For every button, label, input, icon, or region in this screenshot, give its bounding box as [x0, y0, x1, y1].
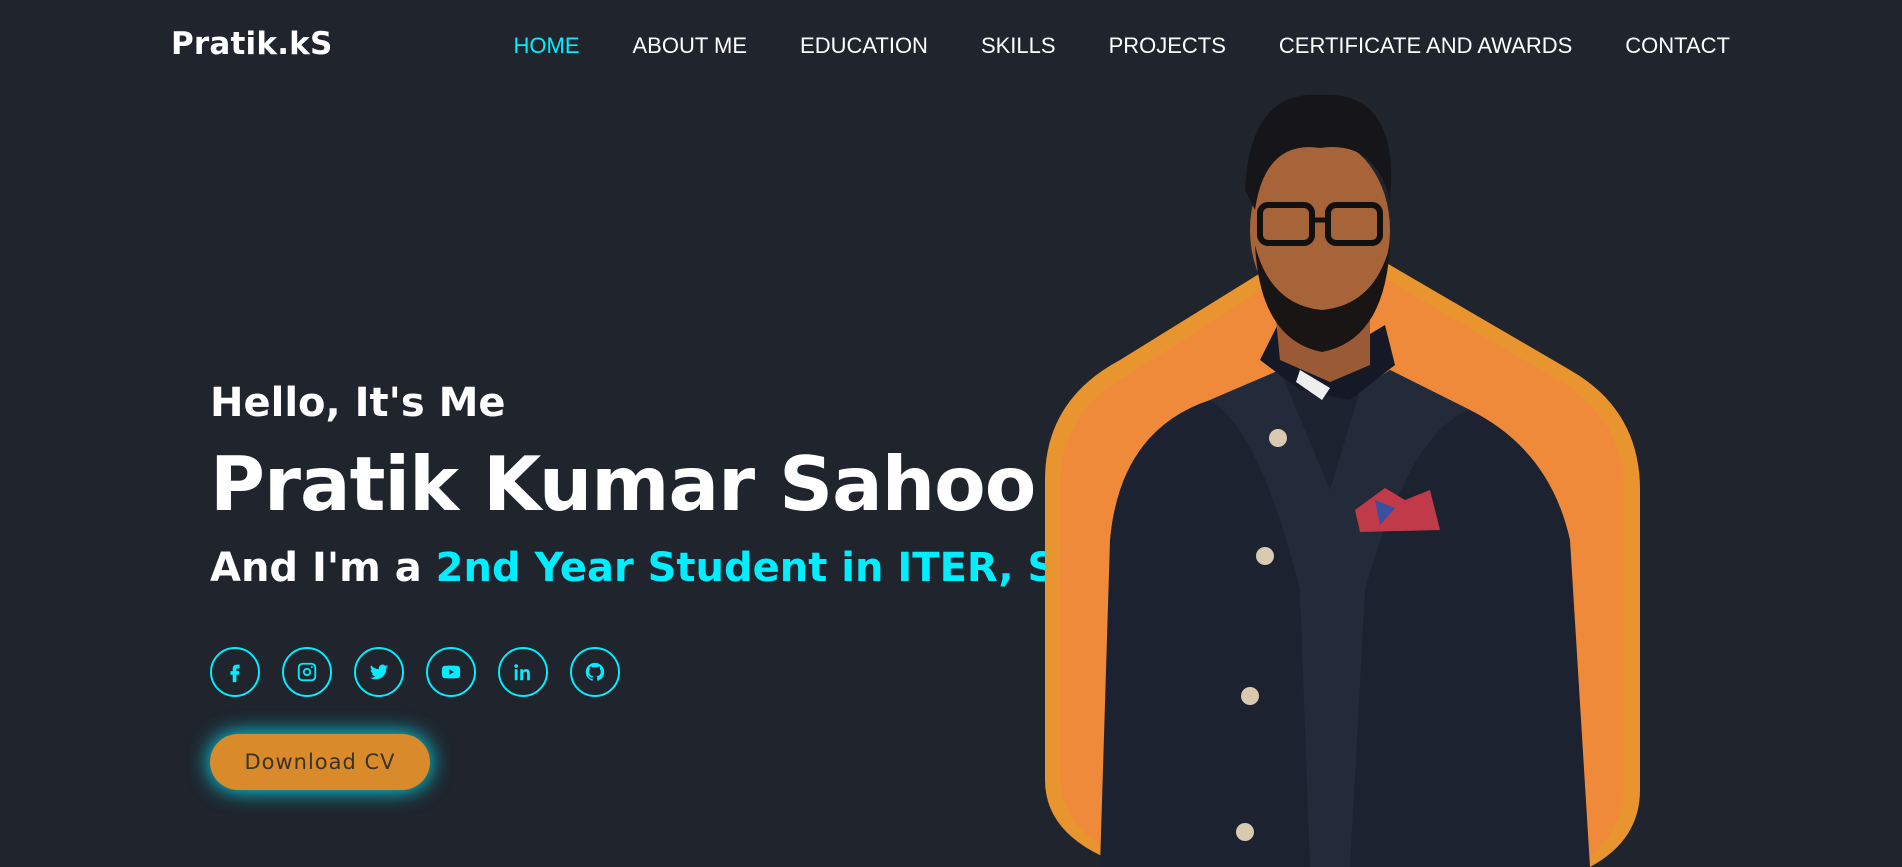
linkedin-icon [514, 664, 530, 681]
nav-certificate-and-awards[interactable]: CERTIFICATE AND AWARDS [1279, 33, 1572, 59]
role-prefix: And I'm a [210, 545, 422, 591]
youtube-icon [441, 665, 461, 679]
main-nav: HOME ABOUT ME EDUCATION SKILLS PROJECTS … [461, 33, 1731, 59]
nav-home[interactable]: HOME [514, 33, 580, 59]
social-links [210, 647, 642, 697]
twitter-icon [369, 664, 389, 680]
github-icon [585, 662, 605, 681]
hero-name: Pratik Kumar Sahoo [210, 440, 1036, 528]
role-typed: 2nd Year Student in ITER, SOA [435, 545, 1121, 591]
nav-skills[interactable]: SKILLS [981, 33, 1056, 59]
linkedin-link[interactable] [498, 647, 548, 697]
greeting: Hello, It's Me [210, 380, 506, 426]
instagram-icon [297, 662, 317, 682]
portrait-image [1045, 94, 1640, 867]
hero-text: Hello, It's Me Pratik Kumar Sahoo And I'… [210, 378, 1128, 594]
github-link[interactable] [570, 647, 620, 697]
twitter-link[interactable] [354, 647, 404, 697]
role-line: And I'm a 2nd Year Student in ITER, SOA [210, 542, 1128, 594]
facebook-icon [230, 664, 240, 683]
nav-about-me[interactable]: ABOUT ME [633, 33, 748, 59]
profile-portrait [1030, 70, 1690, 867]
logo[interactable]: Pratik.kS [171, 26, 333, 62]
facebook-link[interactable] [210, 647, 260, 697]
instagram-link[interactable] [282, 647, 332, 697]
youtube-link[interactable] [426, 647, 476, 697]
nav-contact[interactable]: CONTACT [1625, 33, 1730, 59]
nav-projects[interactable]: PROJECTS [1109, 33, 1226, 59]
download-cv-button[interactable]: Download CV [210, 734, 430, 790]
page: Pratik.kS HOME ABOUT ME EDUCATION SKILLS… [0, 0, 1902, 867]
nav-education[interactable]: EDUCATION [800, 33, 928, 59]
